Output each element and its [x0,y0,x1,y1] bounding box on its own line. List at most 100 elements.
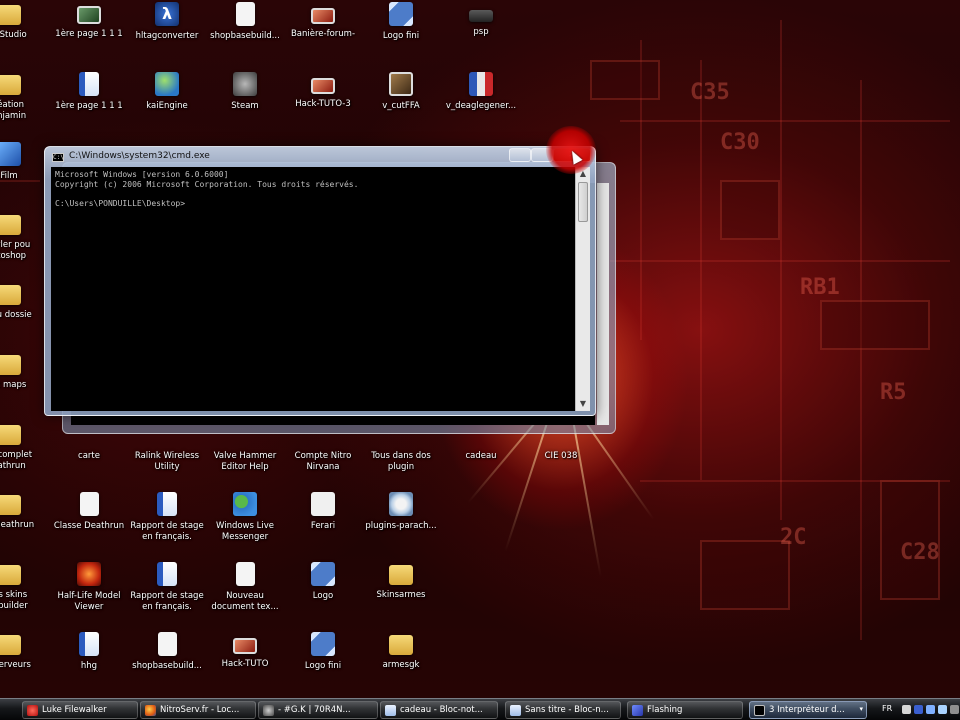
taskbar-button-cmd-group[interactable]: 3 Interpréteur d... ▾ [749,701,867,719]
desktop-icon[interactable]: s serveurs [0,630,48,696]
taskbar-button-flashing[interactable]: Flashing [627,701,743,719]
cmd-window[interactable]: C:\ C:\Windows\system32\cmd.exe ✕ Micros… [44,146,596,416]
desktop-icon[interactable]: v_cutFFA [362,70,440,136]
desktop-icon[interactable]: armesgk [362,630,440,696]
circuit-label: RB1 [800,275,840,300]
desktop-icon-label-line2: Utility [154,462,180,472]
flashing-icon [632,704,643,716]
tray-volume-icon[interactable] [950,705,959,714]
desktop-icon[interactable]: Windows Live Messenger [206,490,284,556]
word-document-icon [79,72,99,96]
desktop-icon-label-line2: en français. [142,532,192,542]
desktop-icon-label: Classe Deathrun [53,521,125,531]
desktop-icon[interactable]: kaiEngine [128,70,206,136]
desktop-icon[interactable]: Classe Deathrun [50,490,128,556]
cmd-window-title: C:\Windows\system32\cmd.exe [69,151,210,161]
desktop-icon-label: s serveurs [0,660,31,670]
desktop-icon-label: Tous dans dos plugin [371,451,431,473]
desktop-icon-label: v_cutFFA [382,101,420,111]
cmd-vertical-scrollbar[interactable]: ▲ ▼ [575,167,590,411]
desktop-icon[interactable]: les skinse builder [0,560,48,626]
desktop-icon[interactable]: Hack-TUTO-3 [284,70,362,136]
desktop-icon[interactable]: Steam [206,70,284,136]
desktop-icon[interactable]: Film [0,140,48,206]
tray-network-icon[interactable] [926,705,935,714]
notepad-icon [385,704,396,716]
background-cmd-scrollbar[interactable] [597,183,609,425]
image-icon [233,638,257,654]
desktop-icon-label: les skinse builder [0,590,28,612]
tray-help-icon[interactable] [902,705,911,714]
desktop-icon-label: CIE 038 [544,451,578,461]
desktop-icon[interactable]: shopbasebuild... [206,0,284,66]
scrollbar-thumb[interactable] [578,182,588,222]
desktop-icon[interactable]: Logo [284,560,362,626]
desktop-icon[interactable]: Banière-forum- [284,0,362,66]
cmd-console-output[interactable]: Microsoft Windows [version 6.0.6000] Cop… [51,167,575,411]
desktop-icon[interactable]: Nouveau document tex... [206,560,284,626]
word-document-icon [79,632,99,656]
folder-icon [0,215,21,235]
taskbar-button-nitroserv[interactable]: NitroServ.fr - Loc... [140,701,256,719]
desktop-icon[interactable]: Logo fini [284,630,362,696]
taskbar-button-sans-titre-notepad[interactable]: Sans titre - Bloc-n... [505,701,621,719]
desktop-icon[interactable]: Rapport de stage en français. [128,560,206,626]
folder-icon [0,75,21,95]
desktop-icon[interactable]: Rapport de stage en français. [128,490,206,556]
desktop-icon[interactable]: plugins-parach... [362,490,440,556]
language-indicator[interactable]: FR [882,704,892,713]
desktop-icon[interactable]: mStudio [0,0,48,66]
image-icon [311,78,335,94]
cmd-app-icon[interactable]: C:\ [52,153,64,162]
desktop-icon-label: Rapport de stage en français. [130,591,203,613]
desktop-icon[interactable]: Ferari [284,490,362,556]
desktop-icon[interactable]: psp [442,0,520,66]
desktop-icon-label-line1: Half-Life Model [57,591,121,601]
desktop-icon-label: Ralink Wireless Utility [135,451,199,473]
cmd-titlebar[interactable]: C:\ C:\Windows\system32\cmd.exe ✕ [45,147,595,167]
desktop-icon-label: Ferari [310,521,336,531]
desktop-icon[interactable]: Half-Life Model Viewer [50,560,128,626]
desktop-icon-label-line1: réation [0,100,24,110]
taskbar-button-label: 3 Interpréteur d... [769,705,845,715]
desktop-icon-label-line2: anjamin [0,111,27,121]
desktop-icon[interactable]: hhg [50,630,128,696]
image-icon [389,2,413,26]
desktop-icon[interactable]: 1ère page 1 1 1 [50,70,128,136]
desktop-icon[interactable]: λ hltagconverter [128,0,206,66]
desktop-icon-label: mStudio [0,30,27,40]
tray-app-icon[interactable] [914,705,923,714]
desktop-icon-label-line1: Windows Live [215,521,274,531]
minimize-button[interactable] [509,148,531,162]
desktop-icon[interactable]: et maps [0,350,48,416]
taskbar-button-luke-filewalker[interactable]: Luke Filewalker [22,701,138,719]
taskbar-button-steam-chat[interactable]: - #G.K | 70R4N... [258,701,378,719]
scroll-down-arrow-icon[interactable]: ▼ [576,397,590,411]
desktop-icon-label: ur completeathrun [0,450,32,472]
desktop-icon[interactable]: ar deathrun [0,490,48,556]
desktop-icon-label: Logo fini [382,31,420,41]
desktop-icon[interactable]: shopbasebuild... [128,630,206,696]
desktop-icon[interactable]: eau dossie [0,280,48,346]
desktop-icon-label: Valve Hammer Editor Help [214,451,277,473]
circuit-label: C28 [900,540,940,565]
desktop-icon[interactable]: v_deaglegener... [442,70,520,136]
desktop-icon[interactable]: réationanjamin [0,70,48,136]
desktop-icon-label-line1: styler pou [0,240,31,250]
image-icon [311,492,335,516]
desktop-icon-label: shopbasebuild... [210,31,280,41]
desktop-icon-label-line1: Valve Hammer [213,451,277,461]
desktop-icon[interactable]: ur completeathrun [0,420,48,486]
desktop-icon[interactable]: Skinsarmes [362,560,440,626]
tray-bluetooth-icon[interactable] [938,705,947,714]
messenger-icon [233,492,257,516]
document-icon [79,492,99,516]
desktop-icon[interactable]: Logo fini [362,0,440,66]
taskbar-button-cadeau-notepad[interactable]: cadeau - Bloc-not... [380,701,498,719]
lambda-app-icon: λ [155,2,179,26]
desktop-icon[interactable]: 1ère page 1 1 1 [50,0,128,66]
desktop-icon[interactable]: styler pouotoshop [0,210,48,276]
desktop-icon[interactable]: Hack-TUTO [206,630,284,696]
desktop-icon-label: Half-Life Model Viewer [57,591,120,613]
desktop-icon-label: plugins-parach... [365,521,437,531]
